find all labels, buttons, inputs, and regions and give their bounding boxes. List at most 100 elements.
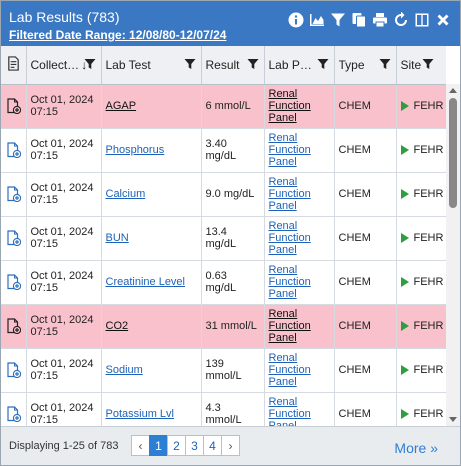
pagination-page-2[interactable]: 2 <box>167 435 186 456</box>
pagination-page-4[interactable]: 4 <box>203 435 222 456</box>
lab-test-link[interactable]: Potassium Lvl <box>106 408 174 420</box>
expand-arrow-icon[interactable] <box>400 145 409 156</box>
site-label: FEHR <box>413 276 444 288</box>
lab-results-table: Collect… ↓ Lab Test Result Lab P… Type S… <box>1 46 446 426</box>
table-row[interactable]: Oct 01, 2024 07:15 CO2 31 mmol/L Renal Funct… <box>1 304 446 349</box>
column-header-type[interactable]: Type <box>334 46 397 85</box>
header-toolbar <box>287 11 452 29</box>
add-report-icon[interactable] <box>1 172 27 217</box>
print-icon[interactable] <box>371 11 389 29</box>
filter-icon[interactable] <box>84 58 96 70</box>
scrollbar-thumb[interactable] <box>449 98 457 208</box>
filter-icon[interactable] <box>329 11 347 29</box>
lab-panel-link[interactable]: Renal Function Panel <box>269 132 311 168</box>
type-cell: CHEM <box>334 260 397 305</box>
collected-time: 07:15 <box>30 106 59 118</box>
filtered-date-range-link[interactable]: Filtered Date Range: 12/08/80-12/07/24 <box>9 28 226 42</box>
expand-arrow-icon[interactable] <box>400 233 409 244</box>
site-cell[interactable]: FEHR <box>396 348 446 393</box>
widget-title: Lab Results (783) <box>9 9 120 25</box>
expand-arrow-icon[interactable] <box>400 365 409 376</box>
add-report-icon[interactable] <box>1 304 27 349</box>
lab-test-link[interactable]: Creatinine Level <box>106 276 186 288</box>
site-cell[interactable]: FEHR <box>396 84 446 129</box>
table-row[interactable]: Oct 01, 2024 07:15 Phosphorus 3.40 mg/dL Ren… <box>1 128 446 173</box>
filter-icon[interactable] <box>184 58 196 70</box>
lab-test-link[interactable]: BUN <box>106 232 129 244</box>
expand-arrow-icon[interactable] <box>400 277 409 288</box>
column-header-collected[interactable]: Collect… ↓ <box>26 46 102 85</box>
result-cell: 31 mmol/L <box>201 304 265 349</box>
info-icon[interactable] <box>287 11 305 29</box>
site-cell[interactable]: FEHR <box>396 216 446 261</box>
refresh-icon[interactable] <box>392 11 410 29</box>
site-cell[interactable]: FEHR <box>396 172 446 217</box>
site-cell[interactable]: FEHR <box>396 304 446 349</box>
table-row[interactable]: Oct 01, 2024 07:15 Calcium 9.0 mg/dL Renal F… <box>1 172 446 217</box>
column-header-lab-test[interactable]: Lab Test <box>101 46 202 85</box>
pagination-next-button[interactable]: › <box>221 435 240 456</box>
lab-panel-link[interactable]: Renal Function Panel <box>269 352 311 388</box>
more-link[interactable]: More » <box>394 440 438 456</box>
copy-icon[interactable] <box>350 11 368 29</box>
expand-arrow-icon[interactable] <box>400 409 409 420</box>
lab-test-link[interactable]: Sodium <box>106 364 143 376</box>
filter-icon[interactable] <box>317 58 329 70</box>
column-header-report-icon[interactable] <box>1 46 27 85</box>
filter-icon[interactable] <box>247 58 259 70</box>
add-report-icon[interactable] <box>1 84 27 129</box>
scroll-down-arrow-icon[interactable] <box>449 417 457 422</box>
widget-footer: Displaying 1-25 of 783 ‹ 1 2 3 4 › More » <box>1 426 460 465</box>
column-label-lab-test: Lab Test <box>105 58 151 73</box>
site-cell[interactable]: FEHR <box>396 260 446 305</box>
scroll-up-arrow-icon[interactable] <box>449 88 457 93</box>
lab-test-cell: Creatinine Level <box>101 260 202 305</box>
column-label-collected: Collect… <box>30 58 80 73</box>
expand-arrow-icon[interactable] <box>400 189 409 200</box>
expand-arrow-icon[interactable] <box>400 101 409 112</box>
column-header-result[interactable]: Result <box>201 46 265 85</box>
table-row[interactable]: Oct 01, 2024 07:15 Creatinine Level 0.63 mg… <box>1 260 446 305</box>
pagination: ‹ 1 2 3 4 › <box>131 435 240 456</box>
lab-panel-link[interactable]: Renal Function Panel <box>269 264 311 300</box>
lab-panel-link[interactable]: Renal Function Panel <box>269 176 311 212</box>
lab-test-link[interactable]: Phosphorus <box>106 144 165 156</box>
site-cell[interactable]: FEHR <box>396 392 446 426</box>
add-report-icon[interactable] <box>1 348 27 393</box>
lab-panel-link[interactable]: Renal Function Panel <box>269 88 311 124</box>
lab-panel-link[interactable]: Renal Function Panel <box>269 308 311 344</box>
collected-time: 07:15 <box>30 414 59 426</box>
vertical-scrollbar[interactable] <box>446 84 460 426</box>
columns-icon[interactable] <box>413 11 431 29</box>
pagination-page-3[interactable]: 3 <box>185 435 204 456</box>
lab-panel-cell: Renal Function Panel <box>264 348 335 393</box>
collected-date: Oct 01, 2024 <box>30 94 94 106</box>
lab-test-link[interactable]: Calcium <box>106 188 146 200</box>
pagination-prev-button[interactable]: ‹ <box>131 435 150 456</box>
table-row[interactable]: Oct 01, 2024 07:15 Potassium Lvl 4.3 mmol/L… <box>1 392 446 426</box>
result-cell: 9.0 mg/dL <box>201 172 265 217</box>
lab-test-link[interactable]: AGAP <box>106 100 137 112</box>
lab-test-link[interactable]: CO2 <box>106 320 129 332</box>
column-header-site[interactable]: Site <box>396 46 446 85</box>
add-report-icon[interactable] <box>1 392 27 426</box>
add-report-icon[interactable] <box>1 260 27 305</box>
column-header-lab-panel[interactable]: Lab P… <box>264 46 335 85</box>
close-icon[interactable] <box>434 11 452 29</box>
add-report-icon[interactable] <box>1 216 27 261</box>
pagination-page-1[interactable]: 1 <box>149 435 168 456</box>
lab-panel-link[interactable]: Renal Function Panel <box>269 220 311 256</box>
chart-icon[interactable] <box>308 11 326 29</box>
column-label-site: Site <box>400 58 422 73</box>
site-cell[interactable]: FEHR <box>396 128 446 173</box>
table-row[interactable]: Oct 01, 2024 07:15 BUN 13.4 mg/dL Renal Func… <box>1 216 446 261</box>
lab-panel-link[interactable]: Renal Function Panel <box>269 396 311 426</box>
filter-icon[interactable] <box>379 58 391 70</box>
table-row[interactable]: Oct 01, 2024 07:15 AGAP 6 mmol/L Renal Funct… <box>1 84 446 129</box>
table-row[interactable]: Oct 01, 2024 07:15 Sodium 139 mmol/L Renal F… <box>1 348 446 393</box>
filter-icon[interactable] <box>422 58 434 70</box>
add-report-icon[interactable] <box>1 128 27 173</box>
lab-panel-cell: Renal Function Panel <box>264 392 335 426</box>
site-label: FEHR <box>413 188 444 200</box>
expand-arrow-icon[interactable] <box>400 321 409 332</box>
